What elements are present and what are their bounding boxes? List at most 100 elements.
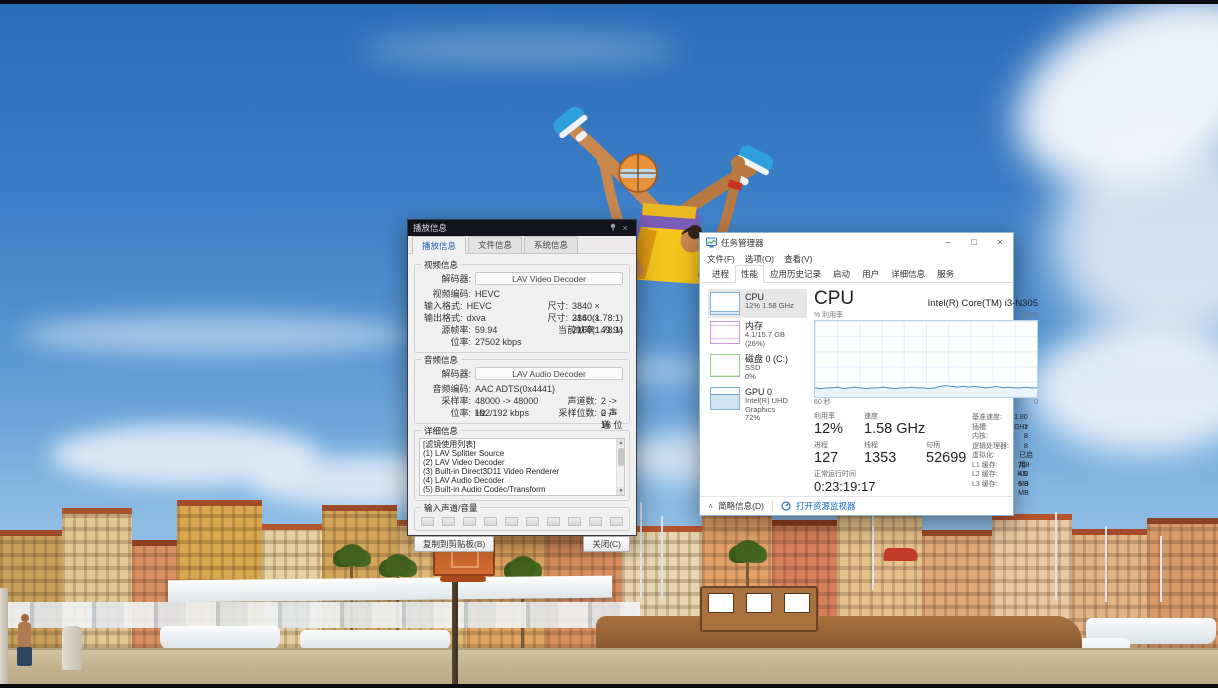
threads-label: 线程: [864, 441, 926, 450]
speed-label: 速度: [864, 412, 926, 421]
row-label: 输入格式:: [421, 300, 463, 312]
screen-top-edge: [0, 0, 1218, 4]
pedestrian: [21, 614, 29, 622]
tab-playback-info[interactable]: 播放信息: [412, 236, 466, 254]
menu-options[interactable]: 选项(O): [745, 253, 774, 265]
processes-value: 127: [814, 450, 864, 467]
disk-thumbnail-chart: [710, 354, 740, 377]
spec-label: 基准速度:: [972, 413, 1014, 423]
channel-meter-cell: [421, 517, 434, 526]
details-group-title: 详细信息: [421, 425, 461, 437]
pedestrian: [18, 622, 31, 648]
menu-file[interactable]: 文件(F): [707, 253, 735, 265]
row-value: HEVC: [475, 288, 549, 300]
performance-sidebar: CPU 12% 1.58 GHz 内存 4.1/15.7 GB (26%) 磁盘…: [708, 289, 807, 496]
audio-row: 采样率: 48000 -> 48000 Hz 声道数: 2 -> 2 声道: [421, 395, 623, 407]
cloud: [20, 314, 410, 356]
filter-list-line: (5) Built-in Audio Codec/Transform: [423, 486, 614, 494]
sidebar-item-sub: 72%: [745, 414, 805, 423]
spec-value: 4.0 MB: [1018, 470, 1038, 480]
audio-decoder-label: 解码器:: [421, 367, 471, 380]
filter-list-line: [滤镜使用列表]: [423, 441, 614, 449]
fewer-details-toggle[interactable]: 简略信息(D): [718, 500, 764, 512]
pin-icon[interactable]: [607, 223, 619, 233]
task-manager-window: 任务管理器 – □ × 文件(F) 选项(O) 查看(V) 进程 性能 应用历史…: [699, 232, 1014, 516]
cpu-heading: CPU: [814, 289, 854, 309]
resource-monitor-icon[interactable]: [781, 501, 791, 511]
menu-view[interactable]: 查看(V): [784, 253, 812, 265]
task-manager-title: 任务管理器: [721, 237, 935, 249]
close-icon[interactable]: ×: [619, 223, 631, 233]
close-icon[interactable]: ×: [987, 233, 1013, 252]
filter-list-line: (2) LAV Video Decoder: [423, 459, 614, 467]
maximize-icon[interactable]: □: [961, 233, 987, 252]
utilization-label: 利用率: [814, 412, 864, 421]
tab-system-info[interactable]: 系统信息: [524, 236, 578, 253]
tab-startup[interactable]: 启动: [827, 265, 856, 282]
spec-label: 内核:: [972, 432, 1024, 442]
pedestrian: [17, 647, 32, 666]
red-awning: [883, 548, 919, 561]
video-row: 源帧率: 59.94 当前帧率: 49.94: [421, 324, 623, 336]
task-manager-titlebar[interactable]: 任务管理器 – □ ×: [700, 233, 1013, 252]
spec-value: 1.80 GHz: [1014, 413, 1038, 423]
chevron-up-icon[interactable]: ∧: [708, 502, 713, 510]
scroll-up-arrow[interactable]: ▲: [617, 439, 625, 447]
task-manager-menubar: 文件(F) 选项(O) 查看(V): [700, 252, 1013, 266]
audio-info-group: 音频信息 解码器: LAV Audio Decoder 音频编码: AAC AD…: [414, 359, 630, 424]
video-decoder-value[interactable]: LAV Video Decoder: [475, 272, 623, 285]
cloud: [1030, 324, 1218, 454]
spec-value: 8: [1024, 432, 1028, 442]
palm-tree-crown: [510, 556, 536, 578]
cpu-utilization-chart[interactable]: [814, 320, 1038, 398]
copy-to-clipboard-button[interactable]: 复制到剪贴板(B): [414, 536, 494, 552]
speed-value: 1.58 GHz: [864, 421, 926, 438]
tab-details[interactable]: 详细信息: [885, 265, 931, 282]
task-manager-tabbar: 进程 性能 应用历史记录 启动 用户 详细信息 服务: [700, 266, 1013, 283]
tab-processes[interactable]: 进程: [706, 265, 735, 282]
market-awning: [168, 576, 612, 603]
spec-label: 逻辑处理器:: [972, 442, 1024, 452]
row-value: 27502 kbps: [475, 336, 549, 348]
tab-file-info[interactable]: 文件信息: [468, 236, 522, 253]
row-value: 3840 × 2160(1.78:1): [572, 312, 623, 324]
row-value: 48000 -> 48000 Hz: [475, 395, 549, 407]
wooden-boat-cabin: [700, 586, 818, 632]
open-resource-monitor-link[interactable]: 打开资源监视器: [796, 500, 856, 512]
filter-list-line: (6) DirectSound Audio Renderer: [423, 495, 614, 496]
spec-value: 8: [1024, 442, 1028, 452]
row-value: 0 -> 16 位: [601, 407, 623, 419]
chart-y-axis-label: % 利用率: [814, 311, 843, 320]
filter-list[interactable]: [滤镜使用列表] (1) LAV Splitter Source (2) LAV…: [419, 438, 625, 496]
tab-performance[interactable]: 性能: [735, 265, 764, 283]
sidebar-item-cpu[interactable]: CPU 12% 1.58 GHz: [708, 289, 807, 318]
close-button[interactable]: 关闭(C): [583, 536, 630, 552]
sidebar-item-sub: 0%: [745, 373, 788, 382]
row-label: 输出格式:: [421, 312, 463, 324]
tab-services[interactable]: 服务: [931, 265, 960, 282]
sidebar-item-disk0[interactable]: 磁盘 0 (C:) SSD 0%: [708, 351, 807, 384]
row-label: 尺寸:: [528, 300, 568, 312]
scroll-down-arrow[interactable]: ▼: [617, 487, 625, 495]
scrollbar[interactable]: ▲ ▼: [616, 439, 624, 495]
video-info-group: 视频信息 解码器: LAV Video Decoder 视频编码: HEVC 输…: [414, 264, 630, 353]
cloud: [360, 34, 680, 64]
playback-info-tabs: 播放信息 文件信息 系统信息: [408, 236, 636, 254]
video-decoder-label: 解码器:: [421, 272, 471, 285]
palm-tree-crown: [735, 540, 761, 562]
audio-info-group-title: 音频信息: [421, 354, 461, 366]
row-label: 声道数:: [549, 395, 597, 407]
playback-info-titlebar[interactable]: 播放信息 ×: [408, 220, 636, 236]
spec-label: L3 缓存:: [972, 480, 1018, 490]
audio-decoder-value[interactable]: LAV Audio Decoder: [475, 367, 623, 380]
tab-app-history[interactable]: 应用历史记录: [764, 265, 827, 282]
sidebar-item-memory[interactable]: 内存 4.1/15.7 GB (26%): [708, 318, 807, 351]
row-label: 采样位数:: [549, 407, 597, 419]
minimize-icon[interactable]: –: [935, 233, 961, 252]
row-label: 位率:: [421, 407, 471, 419]
boat-mast: [1160, 536, 1162, 602]
boat-mast: [1105, 526, 1107, 602]
scrollbar-thumb[interactable]: [618, 448, 624, 466]
tab-users[interactable]: 用户: [856, 265, 885, 282]
sidebar-item-gpu0[interactable]: GPU 0 Intel(R) UHD Graphics 72%: [708, 384, 807, 426]
